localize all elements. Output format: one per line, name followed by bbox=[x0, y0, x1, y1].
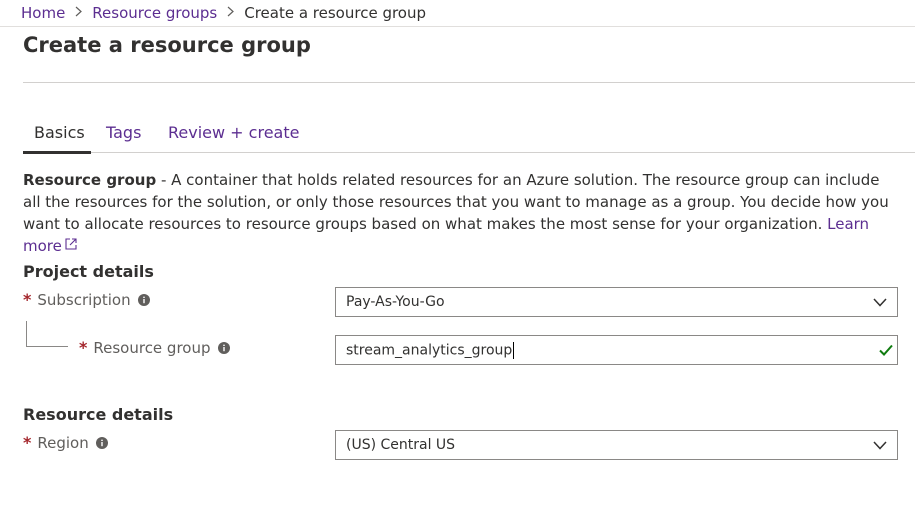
resource-group-input[interactable]: stream_analytics_group bbox=[335, 335, 898, 365]
tab-basics[interactable]: Basics bbox=[23, 118, 91, 154]
info-icon[interactable] bbox=[95, 436, 108, 449]
tab-tags[interactable]: Tags bbox=[106, 118, 141, 153]
breadcrumb-home-link[interactable]: Home bbox=[21, 4, 65, 22]
chevron-down-icon bbox=[873, 297, 887, 307]
breadcrumb-resource-groups-link[interactable]: Resource groups bbox=[92, 4, 217, 22]
chevron-down-icon bbox=[873, 440, 887, 450]
resource-group-label: * Resource group bbox=[79, 338, 230, 357]
tab-review-create[interactable]: Review + create bbox=[168, 118, 299, 153]
required-marker: * bbox=[23, 433, 32, 452]
resource-group-input-value: stream_analytics_group bbox=[346, 341, 879, 359]
project-details-heading: Project details bbox=[23, 262, 154, 281]
subscription-label-text: Subscription bbox=[37, 290, 131, 309]
info-icon[interactable] bbox=[217, 341, 230, 354]
resource-group-input-text: stream_analytics_group bbox=[346, 342, 513, 358]
subscription-label: * Subscription bbox=[23, 290, 150, 309]
hierarchy-connector bbox=[26, 321, 68, 347]
tab-bar: Basics Tags Review + create bbox=[23, 118, 915, 154]
region-value: (US) Central US bbox=[346, 437, 456, 453]
breadcrumb: Home Resource groups Create a resource g… bbox=[0, 0, 915, 27]
resource-group-label-text: Resource group bbox=[93, 338, 211, 357]
chevron-right-icon bbox=[75, 6, 83, 21]
resource-details-heading: Resource details bbox=[23, 405, 174, 424]
page-title: Create a resource group bbox=[23, 33, 311, 57]
text-cursor bbox=[513, 341, 515, 359]
breadcrumb-current: Create a resource group bbox=[244, 4, 427, 22]
region-label-text: Region bbox=[37, 433, 89, 452]
external-link-icon bbox=[65, 238, 77, 250]
title-divider bbox=[23, 82, 915, 83]
required-marker: * bbox=[79, 338, 88, 357]
description-term: Resource group bbox=[23, 171, 157, 189]
region-label: * Region bbox=[23, 433, 108, 452]
info-icon[interactable] bbox=[137, 293, 150, 306]
subscription-dropdown[interactable]: Pay-As-You-Go bbox=[335, 287, 898, 317]
chevron-right-icon bbox=[227, 6, 235, 21]
resource-group-description: Resource group - A container that holds … bbox=[23, 169, 893, 257]
required-marker: * bbox=[23, 290, 32, 309]
subscription-value: Pay-As-You-Go bbox=[346, 294, 445, 310]
region-dropdown[interactable]: (US) Central US bbox=[335, 430, 898, 460]
checkmark-icon bbox=[879, 344, 893, 356]
